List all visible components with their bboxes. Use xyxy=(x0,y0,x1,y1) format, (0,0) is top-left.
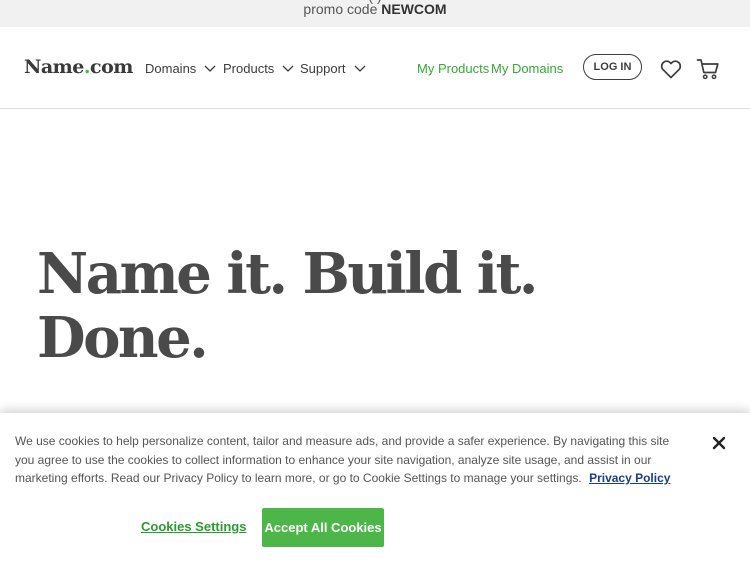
accept-all-cookies-button[interactable]: Accept All Cookies xyxy=(262,508,384,547)
logo-name: Name xyxy=(24,56,84,78)
close-icon[interactable] xyxy=(711,435,727,451)
promo-text: promo code NEWCOM xyxy=(0,1,750,17)
my-domains-link[interactable]: My Domains xyxy=(491,61,563,76)
cookie-message: We use cookies to help personalize conte… xyxy=(15,434,670,485)
promo-label: promo code xyxy=(303,1,382,17)
chevron-down-icon xyxy=(354,65,366,72)
chevron-down-icon xyxy=(282,65,294,72)
login-button[interactable]: LOG IN xyxy=(583,54,642,80)
heart-icon[interactable] xyxy=(659,57,683,81)
nav-domains-label: Domains xyxy=(145,61,197,76)
cookie-banner: We use cookies to help personalize conte… xyxy=(0,413,750,563)
logo-tld: com xyxy=(90,56,133,78)
chevron-down-icon xyxy=(204,65,216,72)
cookie-text: We use cookies to help personalize conte… xyxy=(15,432,680,488)
privacy-policy-link[interactable]: Privacy Policy xyxy=(589,471,670,485)
hero-line-1: Name it. Build it. xyxy=(37,241,538,307)
site-header: Name.com Domains Products Support My Pro… xyxy=(0,27,750,109)
nav-support[interactable]: Support xyxy=(300,61,366,76)
nav-products-label: Products xyxy=(223,61,275,76)
cart-icon[interactable] xyxy=(696,57,720,81)
promo-bar: ( ) promo code NEWCOM xyxy=(0,0,750,27)
hero-line-2: Done. xyxy=(37,305,209,371)
promo-code: NEWCOM xyxy=(381,1,447,17)
nav-support-label: Support xyxy=(300,61,346,76)
cookies-settings-button[interactable]: Cookies Settings xyxy=(141,519,246,534)
my-products-link[interactable]: My Products xyxy=(417,61,489,76)
hero-title: Name it. Build it. Done. xyxy=(37,241,538,371)
nav-products[interactable]: Products xyxy=(223,61,294,76)
site-logo[interactable]: Name.com xyxy=(24,56,133,78)
nav-domains[interactable]: Domains xyxy=(145,61,216,76)
